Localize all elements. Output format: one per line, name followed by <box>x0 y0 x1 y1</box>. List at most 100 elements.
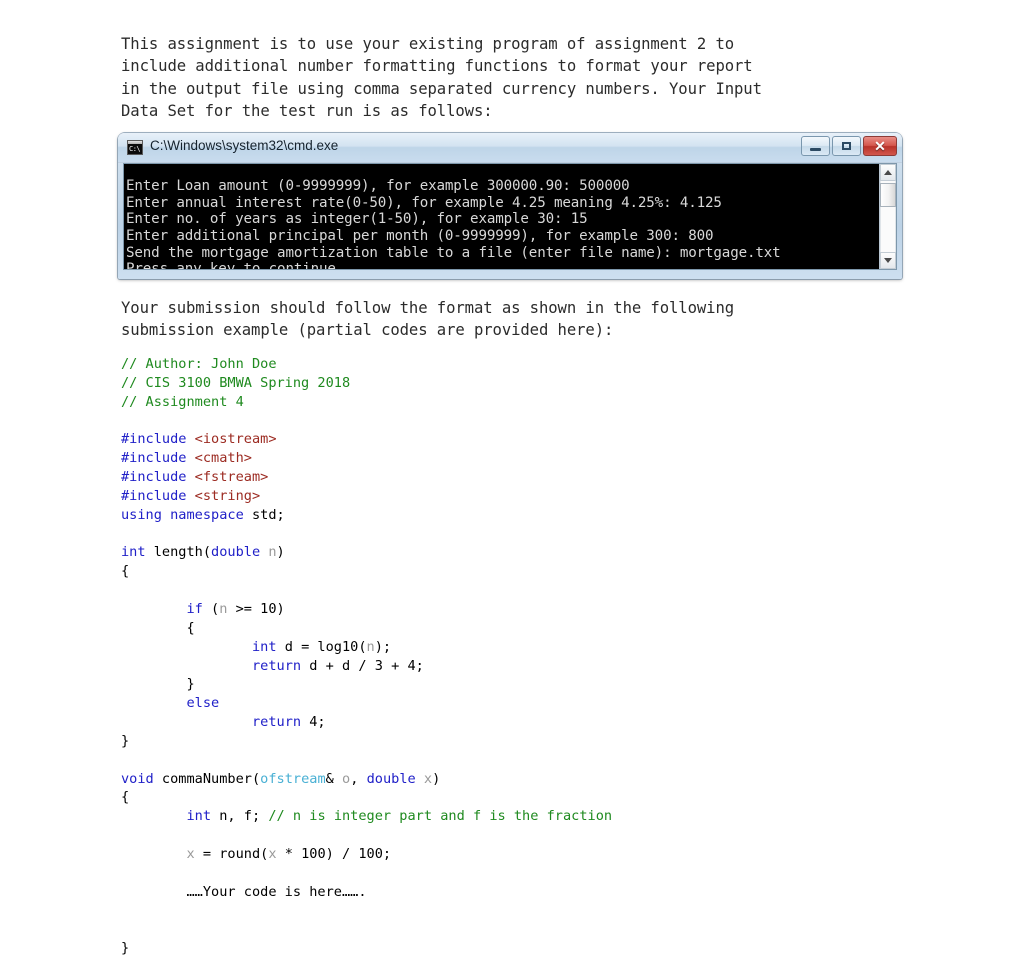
code-token: // CIS 3100 BMWA Spring 2018 <box>121 374 351 391</box>
code-line: // CIS 3100 BMWA Spring 2018 <box>121 374 612 393</box>
code-token: ) <box>276 544 285 561</box>
scroll-down-button[interactable] <box>880 252 896 269</box>
code-token: x <box>186 845 195 862</box>
code-line: int n, f; // n is integer part and f is … <box>121 807 612 826</box>
code-token: } <box>121 732 130 749</box>
console-scrollbar[interactable] <box>879 164 896 269</box>
code-token: <iostream> <box>194 431 277 448</box>
code-token: namespace <box>170 506 244 523</box>
close-icon: ✕ <box>874 138 886 154</box>
code-line: } <box>121 675 612 694</box>
code-line: #include <fstream> <box>121 468 612 487</box>
code-token: <fstream> <box>194 469 269 486</box>
code-token: double <box>366 770 416 787</box>
code-token: commaNumber( <box>153 770 261 787</box>
code-token: d + d / 3 + 4; <box>301 657 424 674</box>
chevron-down-icon <box>884 258 892 263</box>
document-page: This assignment is to use your existing … <box>0 0 1024 956</box>
maximize-button[interactable] <box>832 136 861 156</box>
code-token: int <box>121 544 146 561</box>
code-token: // Author: John Doe <box>121 356 277 372</box>
cmd-console-icon: C:\ <box>127 140 143 155</box>
code-token: int <box>251 638 277 655</box>
code-token: else <box>186 695 220 712</box>
code-token: n <box>268 544 277 561</box>
code-token: return <box>251 657 302 674</box>
console-output-text: Enter Loan amount (0-9999999), for examp… <box>126 178 781 270</box>
scroll-up-button[interactable] <box>880 164 896 181</box>
maximize-icon <box>842 142 851 150</box>
code-token: >= <box>227 600 261 617</box>
code-token: { <box>121 563 130 580</box>
code-line: int length(double n) <box>121 543 612 562</box>
code-token: using <box>121 506 162 523</box>
code-token: } <box>121 940 130 957</box>
code-token: { <box>121 789 130 806</box>
code-token: std; <box>243 506 285 523</box>
close-button[interactable]: ✕ <box>863 136 897 156</box>
code-listing: // Author: John Doe // CIS 3100 BMWA Spri… <box>121 355 612 958</box>
console-titlebar[interactable]: C:\ C:\Windows\system32\cmd.exe ✕ <box>118 133 902 163</box>
code-token: #include <box>121 431 187 448</box>
code-token: if <box>186 600 203 617</box>
code-token: <cmath> <box>194 450 252 467</box>
code-line: else <box>121 694 612 713</box>
code-token: ……Your code is here……. <box>121 883 367 900</box>
code-token: void <box>121 770 154 787</box>
minimize-icon <box>810 147 821 151</box>
code-token: n, f; <box>211 808 269 825</box>
code-token: 4; <box>301 714 326 731</box>
scrollbar-thumb[interactable] <box>880 183 896 207</box>
code-token: #include <box>121 487 187 504</box>
code-token: return <box>251 714 302 731</box>
code-line: return d + d / 3 + 4; <box>121 657 612 676</box>
console-output-area: Enter Loan amount (0-9999999), for examp… <box>123 163 897 270</box>
code-token: int <box>186 808 212 825</box>
code-line: } <box>121 939 612 958</box>
code-token: * 100) / 100; <box>276 845 392 862</box>
code-token: ); <box>374 638 392 655</box>
code-token: ) <box>432 770 441 787</box>
cmd-console-window: C:\ C:\Windows\system32\cmd.exe ✕ Enter … <box>118 133 902 279</box>
code-line: { <box>121 788 612 807</box>
code-line: // Author: John Doe <box>121 355 612 374</box>
code-token: & <box>325 770 343 787</box>
submission-paragraph: Your submission should follow the format… <box>121 299 735 340</box>
code-line: { <box>121 562 612 581</box>
code-line: int d = log10(n); <box>121 638 612 657</box>
code-token: ( <box>202 600 220 617</box>
code-token: #include <box>121 450 187 467</box>
code-token: d = log10( <box>276 638 367 655</box>
chevron-up-icon <box>884 170 892 175</box>
code-line: #include <cmath> <box>121 449 612 468</box>
code-token: double <box>211 544 261 561</box>
code-token: x <box>423 770 433 787</box>
code-line: } <box>121 732 612 751</box>
code-token: , <box>350 770 367 787</box>
code-token: x <box>268 845 277 862</box>
intro-paragraph: This assignment is to use your existing … <box>121 35 762 120</box>
code-line: #include <iostream> <box>121 430 612 449</box>
code-line: { <box>121 619 612 638</box>
minimize-button[interactable] <box>801 136 830 156</box>
code-token: <string> <box>194 487 261 504</box>
